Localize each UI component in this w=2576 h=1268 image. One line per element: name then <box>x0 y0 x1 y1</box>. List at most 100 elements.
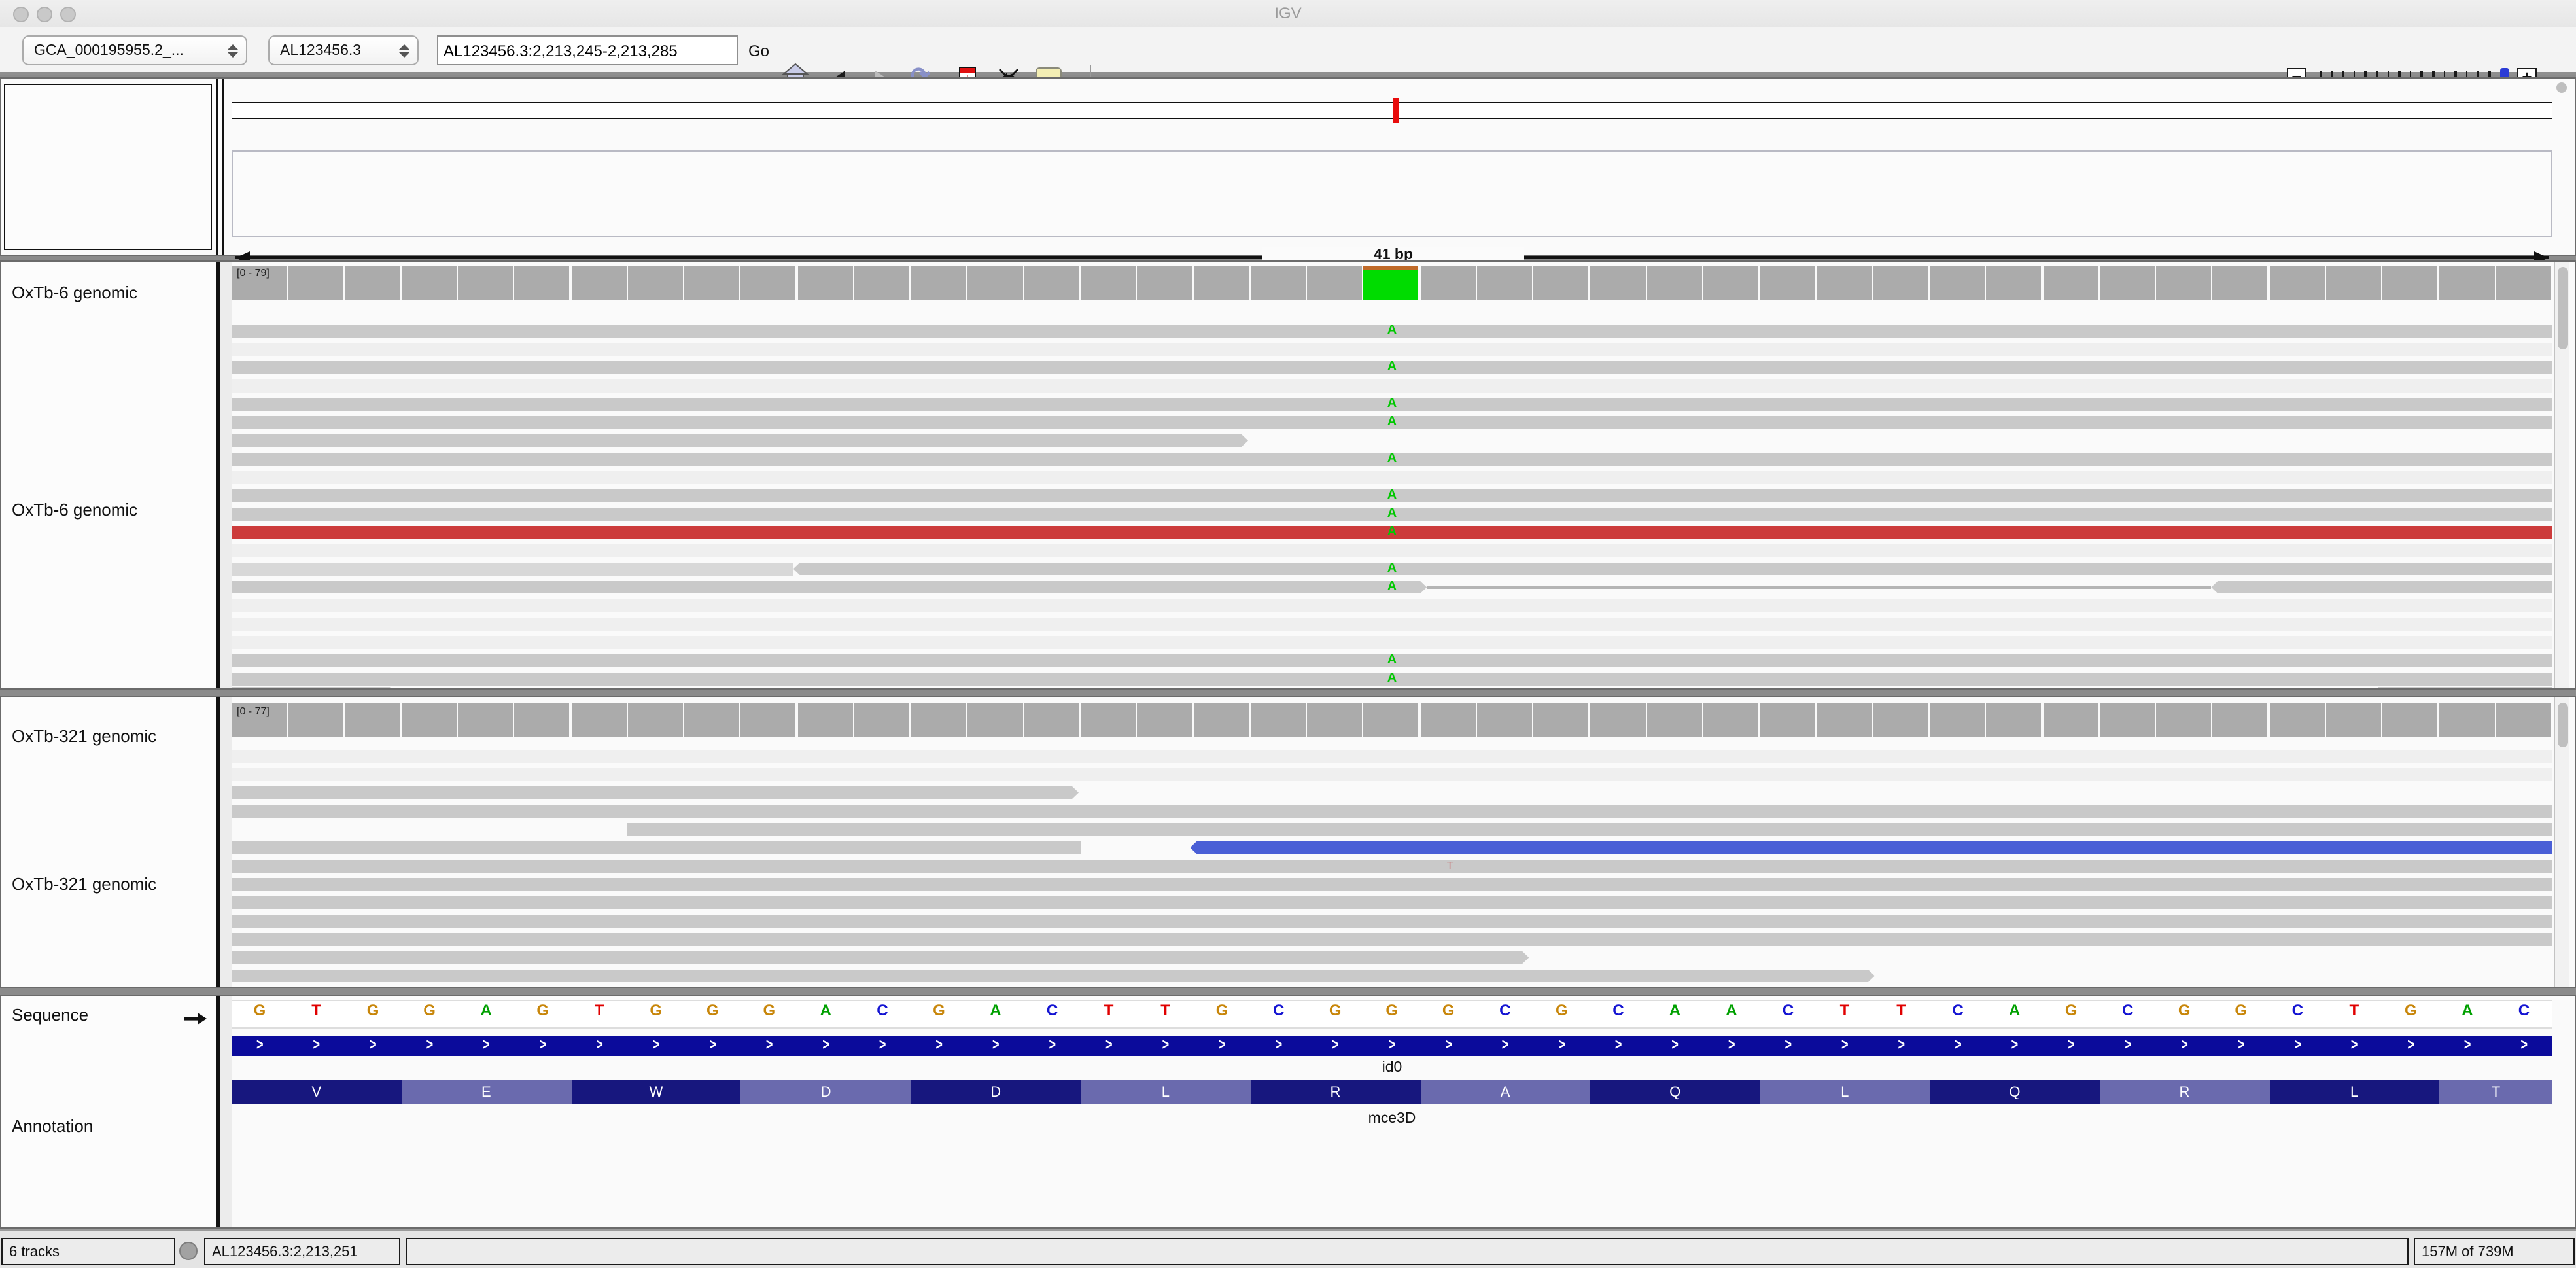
track-label-oxtb321-coverage[interactable]: OxTb-321 genomic <box>12 726 156 746</box>
amino-acid-block[interactable]: L <box>2269 1080 2439 1104</box>
annotation-track-label[interactable]: Annotation <box>12 1116 93 1136</box>
aligned-read[interactable] <box>232 951 1529 964</box>
aligned-read[interactable] <box>232 860 2552 872</box>
coverage-bar[interactable] <box>741 266 796 300</box>
coverage-bar[interactable] <box>2213 266 2268 300</box>
coverage-bar[interactable] <box>628 703 683 737</box>
coverage-bar[interactable] <box>1703 703 1758 737</box>
aligned-read[interactable] <box>232 434 1248 447</box>
coverage-bar[interactable] <box>458 266 513 300</box>
aligned-read[interactable] <box>1190 841 2552 854</box>
amino-acid-block[interactable]: R <box>1251 1080 1421 1104</box>
coverage-bar[interactable] <box>2496 266 2550 300</box>
track-label-oxtb321-alignments[interactable]: OxTb-321 genomic <box>12 874 156 894</box>
coverage-bar[interactable] <box>1873 266 1928 300</box>
coverage-bar[interactable] <box>854 703 909 737</box>
amino-acid-block[interactable]: D <box>911 1080 1081 1104</box>
coverage-bar[interactable] <box>1251 703 1306 737</box>
coverage-bar[interactable] <box>1194 266 1249 300</box>
coverage-bar[interactable] <box>741 703 796 737</box>
panel-divider[interactable] <box>216 79 218 255</box>
coverage-bar[interactable] <box>345 266 400 300</box>
coverage-bar[interactable] <box>2156 266 2211 300</box>
coverage-bar[interactable] <box>2156 703 2211 737</box>
coverage-bar[interactable] <box>797 703 852 737</box>
coverage-bar[interactable] <box>1873 703 1928 737</box>
aligned-read[interactable] <box>232 805 2552 817</box>
aligned-read[interactable] <box>2378 687 2552 690</box>
coverage-bar[interactable] <box>402 703 457 737</box>
chromosome-ideogram[interactable] <box>232 102 2552 119</box>
scrollbar[interactable] <box>2554 262 2569 688</box>
coverage-bar[interactable] <box>402 266 457 300</box>
coverage-bar[interactable] <box>458 703 513 737</box>
coverage-bar[interactable] <box>1251 266 1306 300</box>
scrollbar-thumb[interactable] <box>2557 703 2567 747</box>
amino-acid-block[interactable]: Q <box>1590 1080 1760 1104</box>
coverage-bar[interactable] <box>1930 703 1985 737</box>
aligned-read[interactable] <box>232 841 1081 854</box>
amino-acid-block[interactable]: E <box>402 1080 572 1104</box>
coverage-bar[interactable] <box>1760 703 1815 737</box>
coverage-bar[interactable] <box>288 703 343 737</box>
amino-acid-block[interactable]: Q <box>1930 1080 2100 1104</box>
coverage-bar[interactable] <box>2269 266 2324 300</box>
coverage-bar[interactable] <box>1987 266 2042 300</box>
coverage-bar[interactable] <box>1590 266 1645 300</box>
sequence-track-label[interactable]: Sequence <box>12 1005 88 1025</box>
coverage-bar[interactable] <box>1024 266 1079 300</box>
coverage-bar[interactable] <box>1590 703 1645 737</box>
aligned-read[interactable] <box>232 581 1427 593</box>
amino-acid-block[interactable]: A <box>1420 1080 1590 1104</box>
scrollbar-thumb[interactable] <box>2557 267 2567 349</box>
amino-acid-block[interactable]: D <box>741 1080 911 1104</box>
coverage-bar[interactable] <box>2496 703 2550 737</box>
coverage-bar[interactable] <box>1307 703 1362 737</box>
track-label-oxtb6-coverage[interactable]: OxTb-6 genomic <box>12 283 137 302</box>
coverage-bar[interactable] <box>911 266 966 300</box>
coverage-bar[interactable] <box>911 703 966 737</box>
scrollbar[interactable] <box>2554 697 2569 987</box>
coverage-bar[interactable] <box>1024 703 1079 737</box>
ruler[interactable]: 41 bp 2,213,250 bp2,213,260 bp2,213,270 … <box>232 150 2552 237</box>
coverage-bar[interactable] <box>345 703 400 737</box>
header-scrollbar-thumb[interactable] <box>2556 82 2567 93</box>
chromosome-select[interactable]: AL123456.3 <box>268 35 419 65</box>
amino-acid-block[interactable]: W <box>571 1080 741 1104</box>
coverage-bar[interactable] <box>1364 703 1419 737</box>
coverage-bar[interactable] <box>2382 266 2437 300</box>
coverage-bar[interactable] <box>288 266 343 300</box>
aligned-read[interactable] <box>626 823 2552 836</box>
coverage-bar[interactable] <box>1420 266 1475 300</box>
coverage-bar[interactable] <box>515 266 570 300</box>
aligned-read[interactable] <box>232 915 2552 927</box>
aligned-read[interactable] <box>232 933 2552 945</box>
aligned-read[interactable] <box>232 896 2552 909</box>
coverage-bar[interactable] <box>1081 703 1136 737</box>
aligned-read[interactable] <box>232 563 793 575</box>
coverage-bar[interactable] <box>1930 266 1985 300</box>
strand-arrow-icon[interactable] <box>184 1013 207 1025</box>
aligned-read[interactable] <box>232 687 396 690</box>
coverage-bar[interactable] <box>1420 703 1475 737</box>
track-label-oxtb6-alignments[interactable]: OxTb-6 genomic <box>12 500 137 520</box>
coverage-bar[interactable] <box>1364 266 1419 300</box>
coverage-bar[interactable] <box>2439 703 2494 737</box>
aligned-read[interactable] <box>232 970 1875 982</box>
coverage-bar[interactable] <box>2043 703 2098 737</box>
coverage-bar[interactable] <box>854 266 909 300</box>
coverage-bar[interactable] <box>1760 266 1815 300</box>
amino-acid-block[interactable]: V <box>232 1080 402 1104</box>
coverage-bar[interactable] <box>1138 266 1192 300</box>
coverage-bar[interactable] <box>1138 703 1192 737</box>
aligned-read[interactable] <box>232 878 2552 890</box>
coverage-bar[interactable] <box>684 703 739 737</box>
coverage-bar[interactable] <box>2439 266 2494 300</box>
coverage-bar[interactable] <box>684 266 739 300</box>
coverage-bar[interactable] <box>1081 266 1136 300</box>
feature-id0-bar[interactable]: >>>>>>>>>>>>>>>>>>>>>>>>>>>>>>>>>>>>>>>>… <box>232 1036 2552 1056</box>
coverage-bar[interactable] <box>1646 266 1701 300</box>
amino-acid-block[interactable]: L <box>1760 1080 1930 1104</box>
aligned-read[interactable] <box>793 563 2552 575</box>
coverage-bar[interactable] <box>1533 703 1588 737</box>
